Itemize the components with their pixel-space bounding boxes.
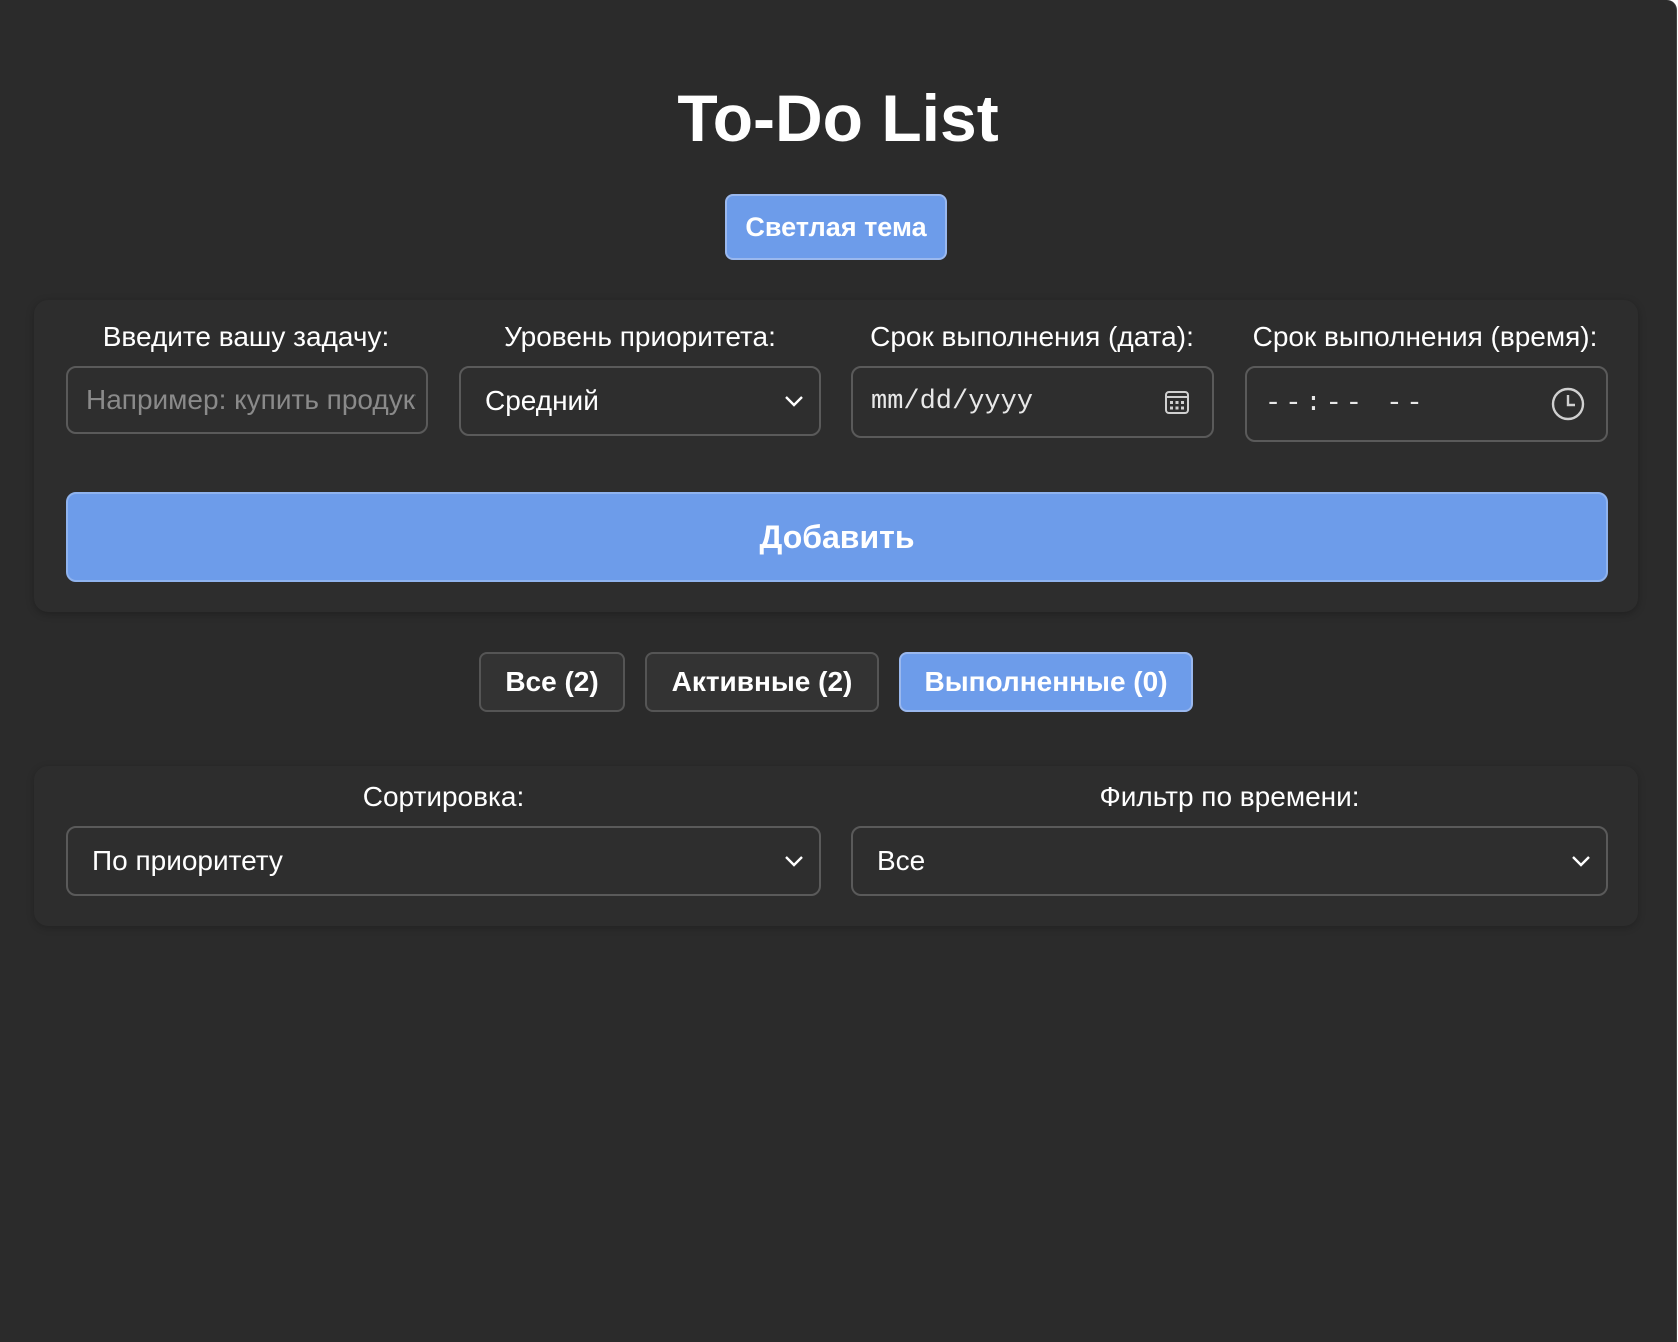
clock-icon[interactable] — [1550, 386, 1586, 422]
filter-all-button[interactable]: Все (2) — [479, 652, 625, 712]
chevron-down-icon — [785, 856, 803, 867]
calendar-icon[interactable] — [1164, 389, 1190, 415]
add-task-button[interactable]: Добавить — [66, 492, 1608, 582]
sort-select[interactable]: По приоритету — [66, 826, 821, 896]
sort-select-value: По приоритету — [92, 845, 283, 876]
date-label: Срок выполнения (дата): — [870, 321, 1194, 352]
filter-completed-button[interactable]: Выполненные (0) — [899, 652, 1193, 712]
time-label: Срок выполнения (время): — [1252, 321, 1598, 352]
app-panel: To-Do List Светлая тема Введите вашу зад… — [0, 0, 1677, 1342]
chevron-down-icon — [785, 396, 803, 407]
filter-active-button[interactable]: Активные (2) — [645, 652, 879, 712]
theme-toggle-button[interactable]: Светлая тема — [725, 194, 947, 260]
priority-label: Уровень приоритета: — [504, 321, 776, 352]
date-input[interactable]: mm/dd/yyyy — [851, 366, 1214, 438]
time-filter-select-value: Все — [877, 845, 926, 876]
sort-label: Сортировка: — [362, 781, 525, 812]
time-filter-label: Фильтр по времени: — [1099, 781, 1360, 812]
task-input[interactable]: Например: купить продукт — [66, 366, 428, 434]
time-filter-select[interactable]: Все — [851, 826, 1608, 896]
date-input-placeholder: mm/dd/yyyy — [871, 387, 1034, 417]
page-title: To-Do List — [677, 81, 999, 155]
task-input-placeholder: Например: купить продукт — [86, 384, 416, 415]
time-input[interactable]: --:-- -- — [1245, 366, 1608, 442]
time-input-placeholder: --:-- -- — [1265, 389, 1427, 419]
priority-select-value: Средний — [485, 385, 599, 416]
chevron-down-icon — [1572, 856, 1590, 867]
priority-select[interactable]: Средний — [459, 366, 821, 436]
task-label: Введите вашу задачу: — [102, 321, 390, 352]
